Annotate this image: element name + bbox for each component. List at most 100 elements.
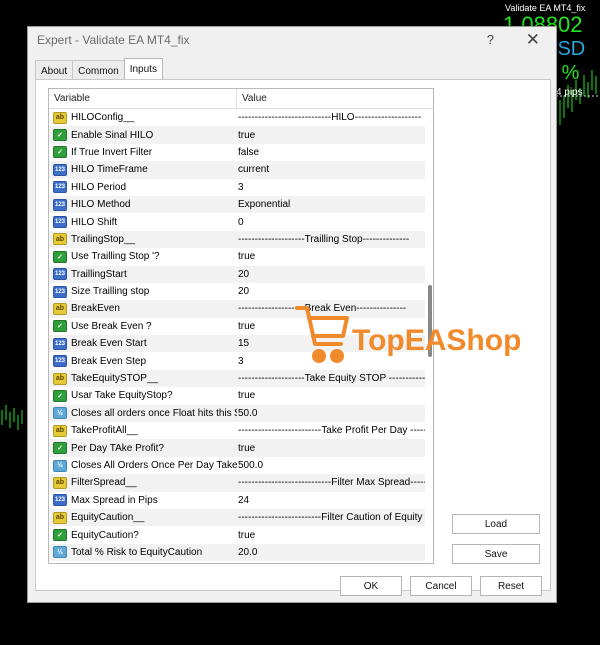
table-row[interactable]: ✓ Usar Take EquityStop? true: [49, 387, 433, 404]
integer-type-icon: 123: [53, 285, 67, 298]
tab-about[interactable]: About: [35, 60, 74, 80]
tab-common[interactable]: Common: [72, 60, 125, 80]
table-row[interactable]: 123 TraillingStart 20: [49, 265, 433, 283]
string-type-icon: ab: [53, 424, 67, 437]
boolean-type-icon: ✓: [53, 129, 67, 142]
table-row[interactable]: ✓ Use Trailling Stop '? true: [49, 248, 433, 265]
pips-readout: 4 pips: [556, 87, 583, 98]
table-row[interactable]: ✓ If True Invert Filter false: [49, 144, 433, 161]
tab-inputs[interactable]: Inputs: [123, 58, 163, 80]
value-cell[interactable]: --------------------Take Equity STOP ---…: [237, 373, 433, 384]
variable-name: EquityCaution__: [71, 512, 145, 524]
value-cell[interactable]: true: [237, 390, 433, 401]
table-row[interactable]: ab HILOConfig__ --------------------------…: [49, 109, 433, 126]
value-cell[interactable]: 20: [237, 269, 433, 280]
table-row[interactable]: 123 HILO Method Exponential: [49, 195, 433, 214]
value-cell[interactable]: true: [237, 530, 433, 541]
variable-name: TakeProfitAll__: [71, 425, 138, 437]
table-row[interactable]: ab EquityCaution__ -----------------------…: [49, 508, 433, 527]
variable-name: Break Even Step: [71, 355, 147, 367]
table-row[interactable]: ✓ Enable Sinal HILO true: [49, 126, 433, 144]
table-row[interactable]: ab TrailingStop__ --------------------Trai…: [49, 230, 433, 249]
variable-cell: ab FilterSpread__: [49, 476, 237, 489]
variable-name: HILO Period: [71, 181, 127, 193]
variable-cell: ✓ Usar Take EquityStop?: [49, 389, 237, 402]
integer-type-icon: 123: [53, 355, 67, 368]
value-cell[interactable]: true: [237, 130, 433, 141]
value-cell[interactable]: -------------------------Take Profit Per…: [237, 425, 433, 436]
variable-name: Enable Sinal HILO: [71, 129, 154, 141]
value-cell[interactable]: 500.0: [237, 460, 433, 471]
value-cell[interactable]: ----------------------------Filter Max S…: [237, 477, 433, 488]
boolean-type-icon: ✓: [53, 250, 67, 263]
variable-name: TraillingStart: [71, 268, 127, 280]
table-row[interactable]: 123 Max Spread in Pips 24: [49, 492, 433, 509]
variable-cell: ½ Closes all orders once Float hits this …: [49, 407, 237, 420]
table-row[interactable]: 123 HILO Period 3: [49, 179, 433, 196]
table-row[interactable]: 123 HILO Shift 0: [49, 213, 433, 230]
value-cell[interactable]: 24: [237, 495, 433, 506]
variable-cell: ✓ Enable Sinal HILO: [49, 129, 237, 142]
table-row[interactable]: ✓ Per Day TAke Profit? true: [49, 439, 433, 457]
variable-name: TakeEquitySTOP__: [71, 373, 159, 385]
value-cell[interactable]: 20: [237, 286, 433, 297]
value-cell[interactable]: true: [237, 251, 433, 262]
table-row[interactable]: ab TakeProfitAll__ -----------------------…: [49, 422, 433, 439]
variable-cell: ab TakeProfitAll__: [49, 424, 237, 437]
variable-cell: ab HILOConfig__: [49, 111, 237, 124]
value-cell[interactable]: current: [237, 164, 433, 175]
value-cell[interactable]: 0: [237, 217, 433, 228]
variable-name: If True Invert Filter: [71, 146, 153, 158]
table-row[interactable]: ½ Total % Risk to EquityCaution 20.0: [49, 543, 433, 562]
table-row[interactable]: 123 Size Trailling stop 20: [49, 283, 433, 300]
help-button[interactable]: ?: [487, 32, 494, 47]
column-header-value[interactable]: Value: [237, 89, 267, 108]
value-cell[interactable]: true: [237, 443, 433, 454]
column-header-variable[interactable]: Variable: [49, 89, 237, 108]
variable-cell: 123 HILO Method: [49, 198, 237, 211]
variable-name: Use Break Even ?: [71, 320, 152, 332]
value-cell[interactable]: 20.0: [237, 547, 433, 558]
variable-name: HILO Method: [71, 199, 131, 211]
variable-name: Break Even Start: [71, 338, 147, 350]
variable-cell: 123 Break Even Start: [49, 337, 237, 350]
table-row[interactable]: ½ Closes all orders once Float hits this …: [49, 404, 433, 423]
grid-header: Variable Value: [49, 89, 433, 109]
table-row[interactable]: 123 HILO TimeFrame current: [49, 161, 433, 179]
boolean-type-icon: ✓: [53, 442, 67, 455]
variable-name: FilterSpread__: [71, 477, 137, 489]
dialog-title: Expert - Validate EA MT4_fix: [37, 33, 190, 47]
reset-button[interactable]: Reset: [480, 576, 542, 596]
table-row[interactable]: ab FilterSpread__ ------------------------…: [49, 474, 433, 492]
close-button[interactable]: ✕: [526, 30, 540, 50]
table-row[interactable]: ½ Closes All Orders Once Per Day Take ...…: [49, 457, 433, 474]
boolean-type-icon: ✓: [53, 529, 67, 542]
variable-name: Closes All Orders Once Per Day Take ...: [71, 460, 237, 471]
variable-name: HILO Shift: [71, 216, 118, 228]
value-cell[interactable]: -------------------------Filter Caution …: [237, 512, 433, 523]
ok-button[interactable]: OK: [340, 576, 402, 596]
variable-cell: 123 Max Spread in Pips: [49, 494, 237, 507]
value-cell[interactable]: --------------------Trailling Stop------…: [237, 234, 433, 245]
variable-cell: 123 HILO Shift: [49, 216, 237, 229]
variable-cell: ✓ Use Trailling Stop '?: [49, 250, 237, 263]
load-button[interactable]: Load: [452, 514, 540, 534]
value-cell[interactable]: ----------------------------HILO--------…: [237, 112, 433, 123]
string-type-icon: ab: [53, 302, 67, 315]
variable-cell: ab TrailingStop__: [49, 233, 237, 246]
variable-cell: 123 Break Even Step: [49, 355, 237, 368]
string-type-icon: ab: [53, 372, 67, 385]
cancel-button[interactable]: Cancel: [410, 576, 472, 596]
value-cell[interactable]: false: [237, 147, 433, 158]
variable-name: HILO TimeFrame: [71, 164, 148, 176]
variable-cell: ½ Closes All Orders Once Per Day Take ...: [49, 459, 237, 472]
integer-type-icon: 123: [53, 163, 67, 176]
value-cell[interactable]: 3: [237, 182, 433, 193]
value-cell[interactable]: Exponential: [237, 199, 433, 210]
value-cell[interactable]: 50.0: [237, 408, 433, 419]
table-row[interactable]: ✓ EquityCaution? true: [49, 526, 433, 543]
variable-cell: 123 Size Trailling stop: [49, 285, 237, 298]
integer-type-icon: 123: [53, 216, 67, 229]
string-type-icon: ab: [53, 476, 67, 489]
save-button[interactable]: Save: [452, 544, 540, 564]
